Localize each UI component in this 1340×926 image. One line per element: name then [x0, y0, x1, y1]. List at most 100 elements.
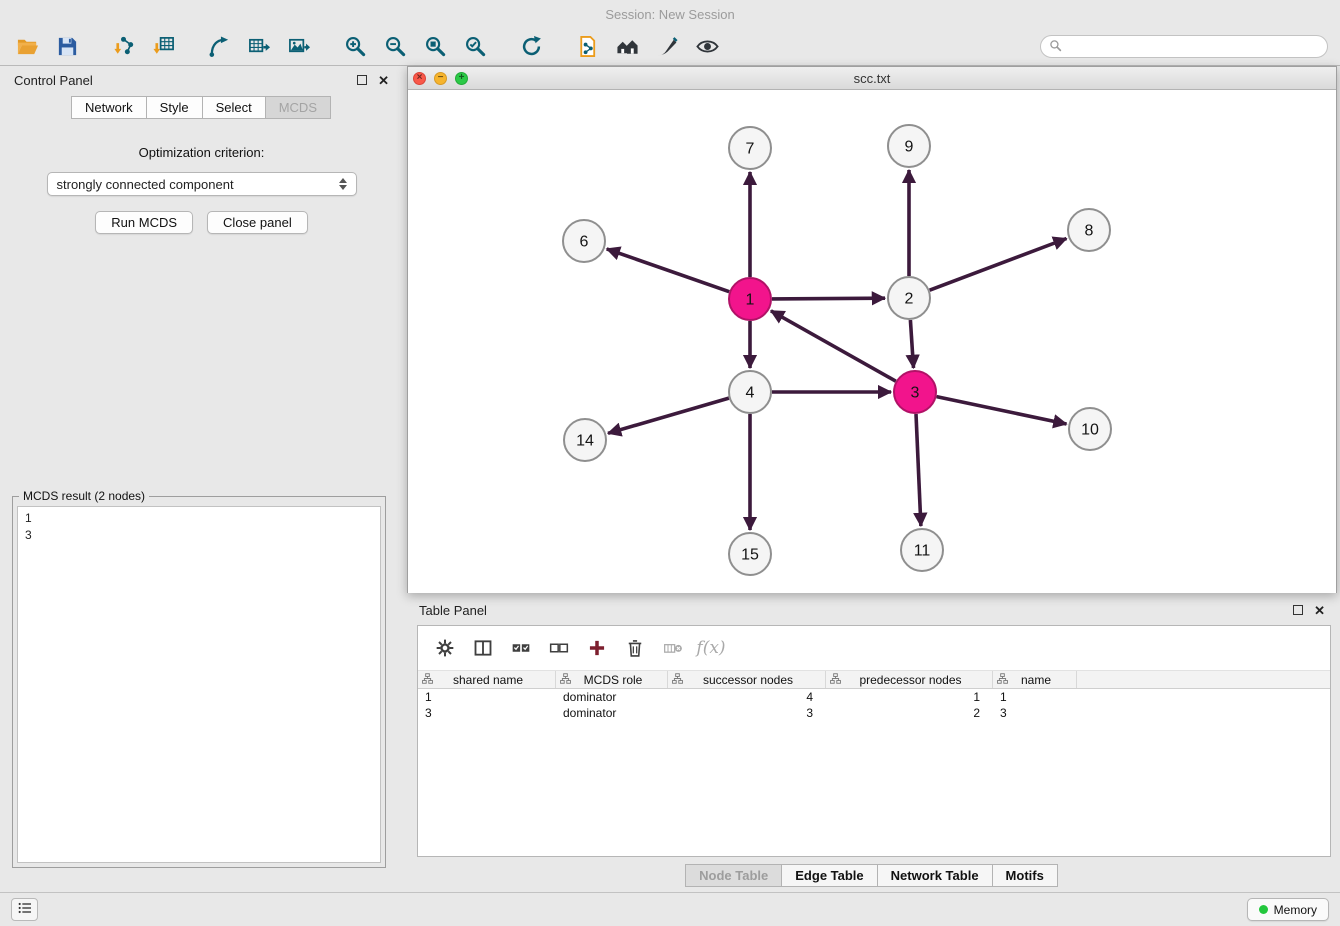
attribute-icon — [560, 673, 571, 687]
network-canvas[interactable]: 7 9 6 8 1 2 4 3 14 10 15 11 — [408, 90, 1336, 593]
first-neighbors-icon — [208, 35, 231, 58]
close-panel-icon[interactable]: ✕ — [378, 74, 389, 87]
svg-text:4: 4 — [746, 385, 755, 402]
close-window-icon[interactable]: × — [413, 72, 426, 85]
graph-node-14[interactable]: 14 — [564, 419, 606, 461]
mcds-result-list[interactable]: 13 — [17, 506, 381, 863]
home-button[interactable] — [612, 33, 642, 61]
cell-mcds-role: dominator — [556, 689, 668, 705]
column-header-shared-name[interactable]: shared name — [418, 671, 556, 688]
search-box[interactable] — [1040, 35, 1328, 58]
table-options-icon — [435, 638, 455, 658]
open-session-button[interactable] — [12, 33, 42, 61]
export-image-button[interactable] — [284, 33, 314, 61]
tab-motifs[interactable]: Motifs — [992, 864, 1058, 887]
zoom-out-button[interactable] — [380, 33, 410, 61]
delete-columns-button[interactable] — [658, 634, 688, 662]
graph-edge-3-10[interactable] — [937, 397, 1067, 424]
mcds-result-line: 3 — [25, 527, 373, 544]
toolbar-group — [204, 33, 314, 61]
control-panel: Control Panel ✕ NetworkStyleSelectMCDS O… — [0, 66, 403, 892]
copy-network-button[interactable] — [572, 33, 602, 61]
graph-node-2[interactable]: 2 — [888, 277, 930, 319]
panel-menu-button[interactable] — [11, 898, 38, 921]
style-paint-button[interactable] — [652, 33, 682, 61]
tab-node-table[interactable]: Node Table — [685, 864, 782, 887]
maximize-window-icon[interactable]: + — [455, 72, 468, 85]
graph-edge-1-2[interactable] — [772, 298, 885, 299]
network-window-titlebar[interactable]: × − + scc.txt — [408, 67, 1336, 90]
graph-node-10[interactable]: 10 — [1069, 408, 1111, 450]
graph-edge-2-3[interactable] — [910, 320, 913, 368]
function-builder-button[interactable]: f(x) — [696, 634, 726, 662]
first-neighbors-button[interactable] — [204, 33, 234, 61]
zoom-in-button[interactable] — [340, 33, 370, 61]
criterion-selected-value: strongly connected component — [57, 177, 234, 192]
svg-text:7: 7 — [746, 141, 755, 158]
graph-node-8[interactable]: 8 — [1068, 209, 1110, 251]
graph-node-11[interactable]: 11 — [901, 529, 943, 571]
search-icon — [1049, 39, 1062, 55]
svg-text:6: 6 — [580, 234, 589, 251]
tab-mcds[interactable]: MCDS — [265, 96, 331, 119]
refresh-button[interactable] — [516, 33, 546, 61]
show-hide-button[interactable] — [692, 33, 722, 61]
svg-text:11: 11 — [914, 543, 931, 560]
table-row[interactable]: 3dominator323 — [418, 705, 1330, 721]
add-button[interactable] — [582, 634, 612, 662]
toolbar-group — [572, 33, 722, 61]
window-titlebar[interactable]: Session: New Session — [0, 0, 1340, 28]
show-columns-icon — [473, 638, 493, 658]
graph-node-6[interactable]: 6 — [563, 220, 605, 262]
deselect-all-button[interactable] — [544, 634, 574, 662]
tab-select[interactable]: Select — [202, 96, 266, 119]
zoom-selected-button[interactable] — [460, 33, 490, 61]
select-all-button[interactable] — [506, 634, 536, 662]
graph-node-15[interactable]: 15 — [729, 533, 771, 575]
tab-network-table[interactable]: Network Table — [877, 864, 993, 887]
graph-node-1[interactable]: 1 — [729, 278, 771, 320]
graph-edge-4-14[interactable] — [608, 398, 729, 433]
attribute-icon — [422, 673, 433, 687]
column-header-mcds-role[interactable]: MCDS role — [556, 671, 668, 688]
table-row[interactable]: 1dominator411 — [418, 689, 1330, 705]
graph-edge-2-8[interactable] — [930, 239, 1067, 291]
copy-network-icon — [576, 35, 599, 58]
control-panel-tabs: NetworkStyleSelectMCDS — [0, 96, 403, 119]
export-table-button[interactable] — [244, 33, 274, 61]
zoom-fit-button[interactable] — [420, 33, 450, 61]
close-table-panel-icon[interactable]: ✕ — [1314, 604, 1325, 617]
graph-edge-3-11[interactable] — [916, 414, 921, 526]
graph-node-3[interactable]: 3 — [894, 371, 936, 413]
export-table-icon — [248, 35, 271, 58]
show-columns-button[interactable] — [468, 634, 498, 662]
toolbar-group — [12, 33, 82, 61]
tab-style[interactable]: Style — [146, 96, 203, 119]
tab-network[interactable]: Network — [71, 96, 147, 119]
save-session-button[interactable] — [52, 33, 82, 61]
delete-button[interactable] — [620, 634, 650, 662]
graph-edge-1-6[interactable] — [607, 249, 730, 292]
float-panel-icon[interactable] — [357, 75, 367, 85]
graph-node-9[interactable]: 9 — [888, 125, 930, 167]
tab-edge-table[interactable]: Edge Table — [781, 864, 877, 887]
import-network-button[interactable] — [108, 33, 138, 61]
graph-edge-3-1[interactable] — [771, 311, 896, 381]
graph-node-7[interactable]: 7 — [729, 127, 771, 169]
cell-mcds-role: dominator — [556, 705, 668, 721]
import-table-button[interactable] — [148, 33, 178, 61]
column-header-name[interactable]: name — [993, 671, 1077, 688]
graph-node-4[interactable]: 4 — [729, 371, 771, 413]
cell-predecessor-nodes: 2 — [826, 705, 993, 721]
attribute-icon — [830, 673, 841, 687]
table-options-button[interactable] — [430, 634, 460, 662]
column-header-predecessor-nodes[interactable]: predecessor nodes — [826, 671, 993, 688]
close-panel-button[interactable]: Close panel — [207, 211, 308, 234]
column-header-successor-nodes[interactable]: successor nodes — [668, 671, 826, 688]
criterion-dropdown[interactable]: strongly connected component — [47, 172, 357, 196]
run-mcds-button[interactable]: Run MCDS — [95, 211, 193, 234]
minimize-window-icon[interactable]: − — [434, 72, 447, 85]
search-input[interactable] — [1067, 40, 1319, 54]
float-table-panel-icon[interactable] — [1293, 605, 1303, 615]
memory-button[interactable]: Memory — [1247, 898, 1329, 921]
